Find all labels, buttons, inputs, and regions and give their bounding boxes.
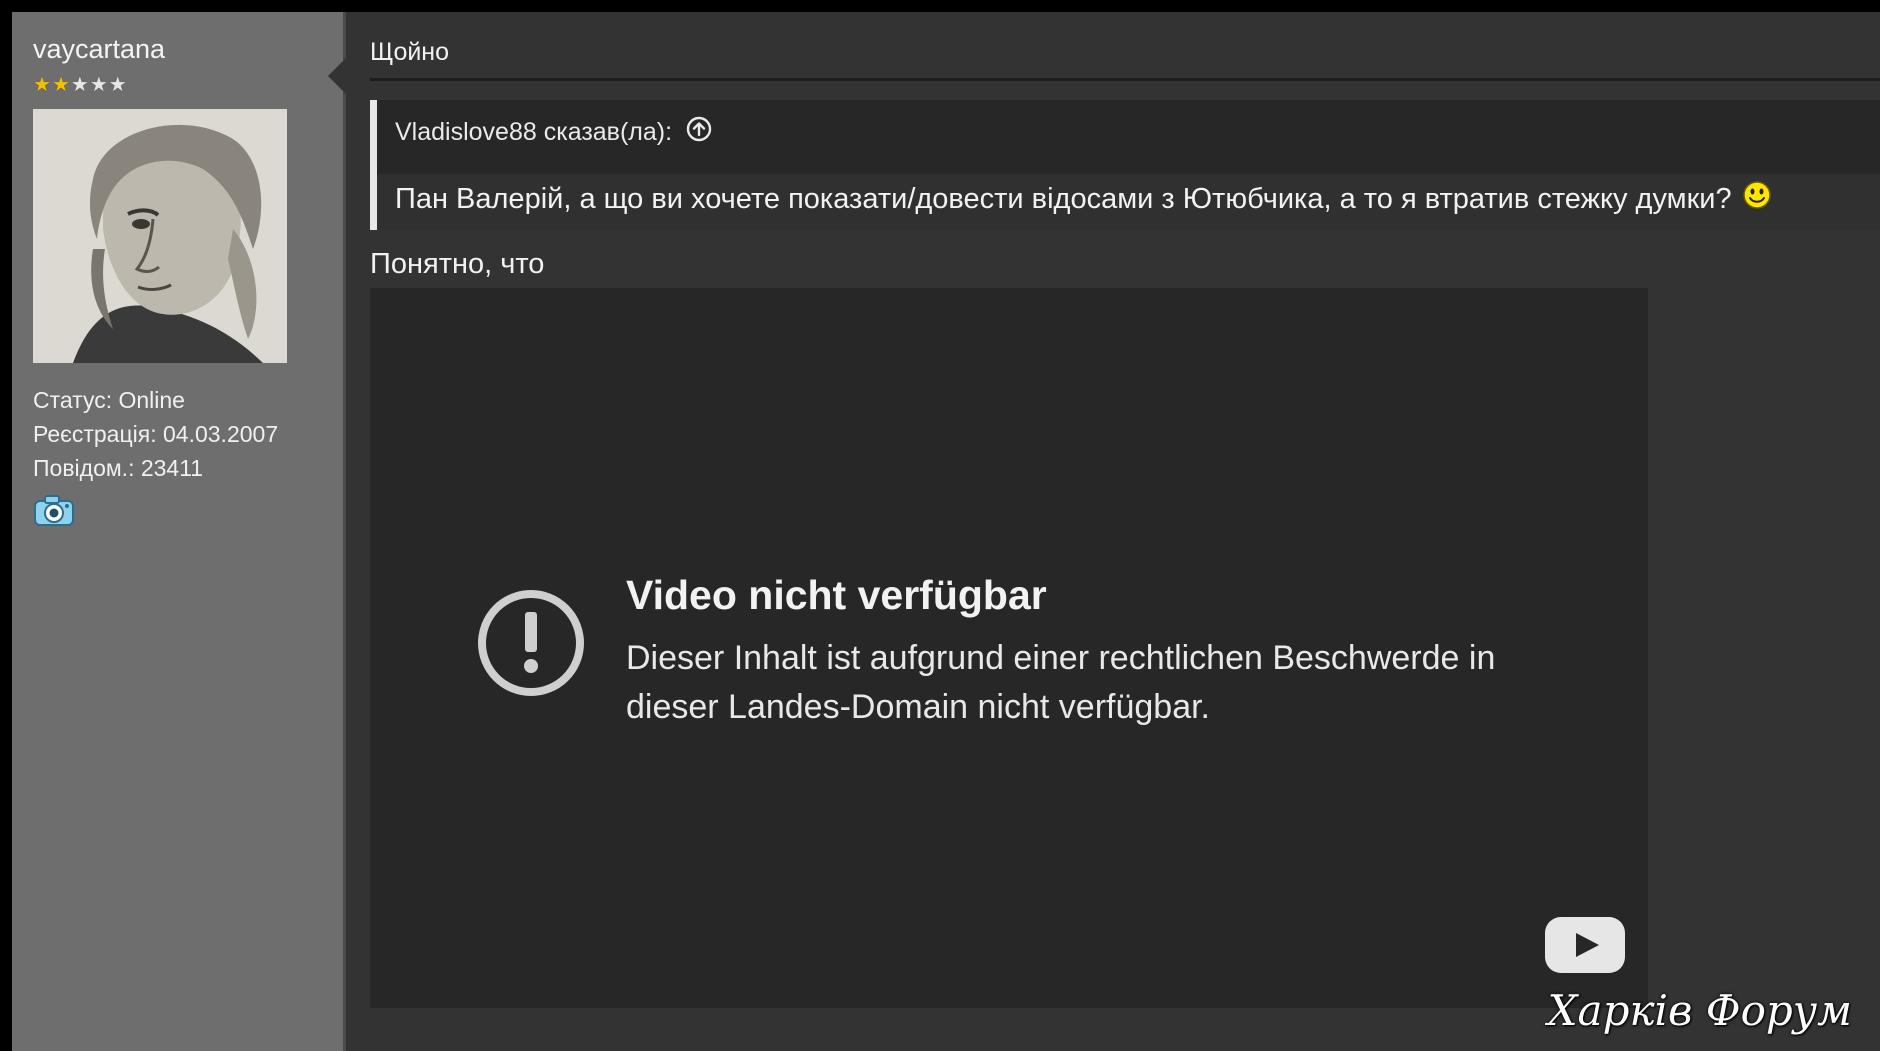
quote-text-row: Пан Валерій, а що ви хочете показати/дов… (395, 180, 1772, 218)
user-status: Статус: Online (33, 387, 185, 413)
video-error-title: Video nicht verfügbar (626, 572, 1047, 618)
username[interactable]: vaycartana (33, 34, 343, 65)
star-empty-icon: ★ (89, 74, 108, 96)
quote-block: Vladislove88 сказав(ла): Пан Валерій, а … (370, 100, 1880, 230)
video-error-message: Dieser Inhalt ist aufgrund einer rechtli… (626, 639, 1496, 726)
smiley-icon (1742, 180, 1772, 218)
avatar (33, 109, 287, 363)
site-watermark: Харків Форум (1547, 986, 1852, 1035)
youtube-logo-icon[interactable] (1544, 916, 1626, 974)
quote-header: Vladislove88 сказав(ла): (395, 116, 712, 149)
star-empty-icon: ★ (108, 74, 127, 96)
post-pointer (328, 56, 348, 96)
star-filled-icon: ★ (51, 74, 70, 96)
user-registration: Реєстрація: 04.03.2007 (33, 421, 279, 447)
divider (370, 78, 1880, 81)
quote-author[interactable]: Vladislove88 сказав(ла): (395, 118, 672, 147)
rating-stars: ★ ★ ★ ★ ★ (33, 75, 343, 95)
post-timestamp[interactable]: Щойно (370, 38, 449, 67)
post-content: Щойно Vladislove88 сказав(ла): Пан Валер… (346, 12, 1880, 1051)
user-post-count: Повідом.: 23411 (33, 455, 204, 481)
arrow-up-circle-icon[interactable] (686, 116, 712, 149)
camera-icon[interactable] (33, 493, 75, 527)
user-sidebar: vaycartana ★ ★ ★ ★ ★ Статус: Online Реєс… (12, 12, 346, 1051)
star-filled-icon: ★ (33, 74, 51, 96)
warning-circle-icon (476, 588, 586, 698)
post-text: Понятно, что (370, 248, 545, 280)
star-empty-icon: ★ (70, 74, 89, 96)
quote-text: Пан Валерій, а що ви хочете показати/дов… (395, 182, 1732, 215)
video-embed[interactable]: Video nicht verfügbar Dieser Inhalt ist … (370, 288, 1648, 1008)
